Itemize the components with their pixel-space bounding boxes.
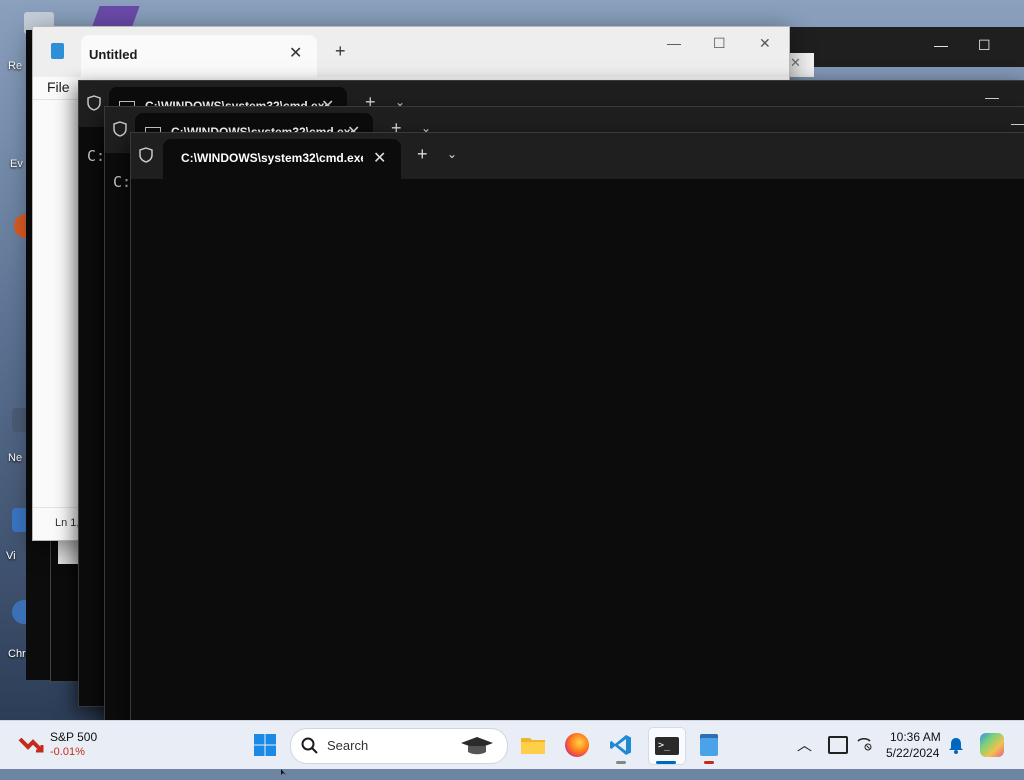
notepad-icon — [51, 43, 64, 59]
terminal-tab[interactable]: C:\WINDOWS\system32\cmd.exe ✕ — [163, 139, 401, 179]
bell-icon[interactable] — [948, 736, 964, 754]
notepad-button[interactable] — [694, 730, 724, 760]
terminal-titlebar: C:\WINDOWS\system32\cmd.exe ✕ + ⌄ — [131, 133, 1024, 179]
folder-icon — [521, 738, 545, 754]
close-tab-button[interactable]: ✕ — [373, 148, 386, 168]
shield-icon — [113, 121, 127, 137]
terminal-window: C:\WINDOWS\system32\cmd.exe ✕ + ⌄ — [130, 132, 1024, 722]
mouse-cursor — [281, 762, 287, 775]
shield-icon — [139, 147, 153, 163]
notepad-tab[interactable]: Untitled ✕ — [81, 35, 317, 77]
search-icon — [301, 737, 318, 754]
status-line-column: Ln 1, — [55, 517, 80, 529]
desktop-icon-label: Ev — [10, 158, 23, 170]
windows-logo-icon — [254, 734, 276, 756]
stock-down-icon[interactable] — [18, 733, 44, 755]
vscode-button[interactable] — [606, 730, 636, 760]
terminal-prompt: C: — [113, 173, 132, 191]
terminal-icon: >_ — [655, 737, 679, 755]
desktop-icon-label: Re — [8, 60, 23, 72]
notepad-icon — [700, 734, 718, 756]
running-indicator — [704, 761, 714, 764]
active-indicator — [656, 761, 676, 764]
maximize-button[interactable]: ☐ — [713, 35, 726, 52]
graduation-cap-icon — [459, 735, 495, 757]
firefox-button[interactable] — [562, 730, 592, 760]
chevron-up-icon[interactable]: ︿ — [797, 734, 812, 755]
new-tab-button[interactable]: + — [335, 41, 346, 62]
tab-title: C:\WINDOWS\system32\cmd.exe — [181, 151, 363, 165]
network-icon[interactable] — [856, 735, 872, 751]
start-button[interactable] — [250, 730, 280, 760]
terminal-prompt: C: — [87, 147, 106, 165]
taskbar: S&P 500 -0.01% Search >_ ︿ 10:36 AM 5/22… — [0, 720, 1024, 769]
display-icon[interactable] — [828, 736, 848, 754]
minimize-button[interactable]: — — [1011, 115, 1024, 131]
close-button[interactable]: ✕ — [759, 35, 771, 52]
background-window-fragment: ✕ — [788, 53, 814, 77]
copilot-icon[interactable] — [980, 733, 1004, 757]
menu-file[interactable]: File — [47, 79, 70, 95]
file-explorer-button[interactable] — [518, 730, 548, 760]
firefox-icon — [565, 733, 589, 757]
maximize-button[interactable]: ☐ — [978, 37, 991, 54]
vscode-icon — [610, 735, 631, 755]
tab-title: Untitled — [89, 47, 138, 62]
close-tab-button[interactable]: ✕ — [289, 43, 302, 63]
search-box[interactable]: Search — [290, 728, 508, 764]
stock-name[interactable]: S&P 500 — [50, 730, 97, 744]
tab-dropdown-button[interactable]: ⌄ — [447, 147, 457, 161]
minimize-button[interactable]: — — [985, 89, 999, 105]
background-window-fragment — [58, 540, 80, 564]
desktop-icon-label: Ne — [8, 452, 23, 464]
new-tab-button[interactable]: + — [417, 144, 428, 165]
minimize-button[interactable]: — — [934, 37, 948, 53]
visual-studio-icon[interactable] — [92, 6, 140, 26]
minimize-button[interactable]: — — [667, 35, 681, 51]
stock-change: -0.01% — [50, 746, 85, 758]
search-placeholder: Search — [327, 738, 369, 753]
shield-icon — [87, 95, 101, 111]
clock-time[interactable]: 10:36 AM — [890, 730, 941, 744]
terminal-button[interactable]: >_ — [648, 727, 686, 765]
notepad-titlebar: Untitled ✕ + — ☐ ✕ — [33, 27, 789, 77]
clock-date[interactable]: 5/22/2024 — [886, 746, 939, 760]
running-indicator — [616, 761, 626, 764]
background-window-titlebar: — ☐ — [788, 27, 1024, 67]
close-icon[interactable]: ✕ — [790, 55, 801, 71]
desktop-icon-label: Vi — [6, 550, 16, 562]
